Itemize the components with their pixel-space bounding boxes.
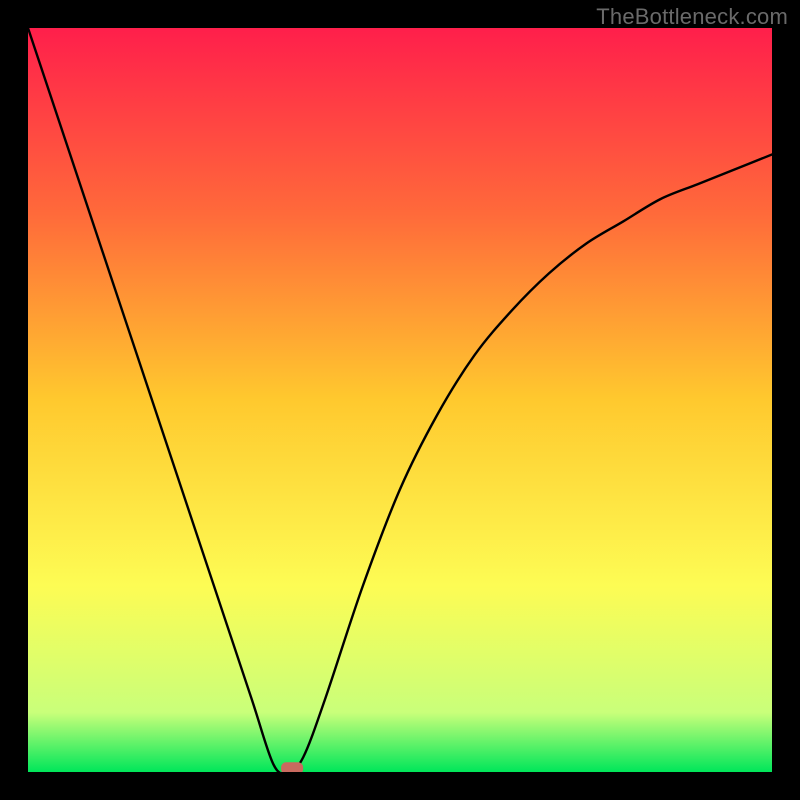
bottleneck-chart — [28, 28, 772, 772]
chart-frame: TheBottleneck.com — [0, 0, 800, 800]
watermark-text: TheBottleneck.com — [596, 4, 788, 30]
plot-area — [28, 28, 772, 772]
optimal-marker — [281, 762, 303, 772]
gradient-background — [28, 28, 772, 772]
